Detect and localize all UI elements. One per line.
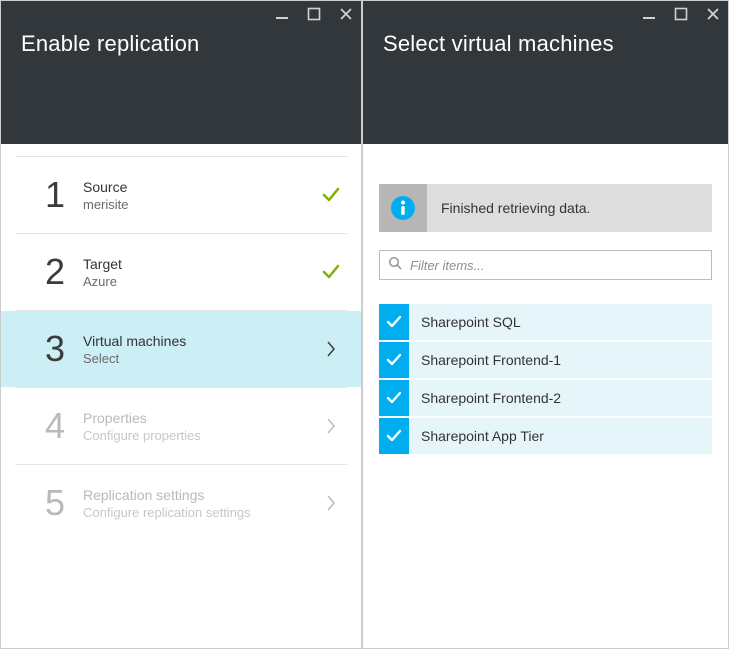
step-replication-settings: 5 Replication settings Configure replica… bbox=[1, 465, 361, 541]
step-properties: 4 Properties Configure properties bbox=[1, 388, 361, 464]
chevron-right-icon bbox=[319, 494, 343, 512]
step-sub: Configure replication settings bbox=[83, 505, 319, 520]
checkbox-checked-icon[interactable] bbox=[379, 418, 409, 454]
filter-input[interactable] bbox=[410, 258, 703, 273]
step-title: Virtual machines bbox=[83, 333, 319, 349]
step-title: Properties bbox=[83, 410, 319, 426]
chevron-right-icon bbox=[319, 340, 343, 358]
select-virtual-machines-pane: Select virtual machines Finished retriev… bbox=[362, 0, 729, 649]
step-target[interactable]: 2 Target Azure bbox=[1, 234, 361, 310]
step-text: Replication settings Configure replicati… bbox=[83, 487, 319, 520]
step-sub: Azure bbox=[83, 274, 319, 289]
step-number: 3 bbox=[45, 331, 79, 367]
vm-row[interactable]: Sharepoint SQL bbox=[379, 304, 712, 340]
info-icon bbox=[379, 184, 427, 232]
step-number: 4 bbox=[45, 408, 79, 444]
vm-row[interactable]: Sharepoint Frontend-1 bbox=[379, 342, 712, 378]
step-number: 1 bbox=[45, 177, 79, 213]
close-icon[interactable] bbox=[339, 7, 353, 21]
step-virtual-machines[interactable]: 3 Virtual machines Select bbox=[1, 311, 361, 387]
vm-list: Sharepoint SQL Sharepoint Frontend-1 Sha… bbox=[379, 304, 712, 454]
status-banner: Finished retrieving data. bbox=[379, 184, 712, 232]
wizard-steps: 1 Source merisite 2 Target Azure 3 bbox=[1, 144, 361, 648]
vm-row[interactable]: Sharepoint Frontend-2 bbox=[379, 380, 712, 416]
checkbox-checked-icon[interactable] bbox=[379, 380, 409, 416]
pane-header-right: Select virtual machines bbox=[363, 1, 728, 144]
vm-row[interactable]: Sharepoint App Tier bbox=[379, 418, 712, 454]
vm-label: Sharepoint App Tier bbox=[409, 428, 712, 444]
step-number: 5 bbox=[45, 485, 79, 521]
step-sub: merisite bbox=[83, 197, 319, 212]
banner-text: Finished retrieving data. bbox=[427, 184, 712, 232]
checkbox-checked-icon[interactable] bbox=[379, 342, 409, 378]
window-controls-right bbox=[642, 7, 720, 21]
right-body: Finished retrieving data. Sharepoint SQL… bbox=[363, 144, 728, 648]
maximize-icon[interactable] bbox=[307, 7, 321, 21]
pane-title-left: Enable replication bbox=[21, 31, 341, 57]
enable-replication-pane: Enable replication 1 Source merisite 2 T… bbox=[0, 0, 362, 649]
step-title: Target bbox=[83, 256, 319, 272]
step-text: Properties Configure properties bbox=[83, 410, 319, 443]
search-icon bbox=[388, 256, 402, 275]
step-source[interactable]: 1 Source merisite bbox=[1, 157, 361, 233]
vm-label: Sharepoint SQL bbox=[409, 314, 712, 330]
maximize-icon[interactable] bbox=[674, 7, 688, 21]
step-text: Virtual machines Select bbox=[83, 333, 319, 366]
chevron-right-icon bbox=[319, 417, 343, 435]
pane-title-right: Select virtual machines bbox=[383, 31, 708, 57]
step-sub: Configure properties bbox=[83, 428, 319, 443]
vm-label: Sharepoint Frontend-2 bbox=[409, 390, 712, 406]
step-sub: Select bbox=[83, 351, 319, 366]
checkbox-checked-icon[interactable] bbox=[379, 304, 409, 340]
step-text: Target Azure bbox=[83, 256, 319, 289]
check-icon bbox=[319, 262, 343, 282]
vm-label: Sharepoint Frontend-1 bbox=[409, 352, 712, 368]
step-title: Source bbox=[83, 179, 319, 195]
close-icon[interactable] bbox=[706, 7, 720, 21]
minimize-icon[interactable] bbox=[642, 7, 656, 21]
step-text: Source merisite bbox=[83, 179, 319, 212]
check-icon bbox=[319, 185, 343, 205]
step-title: Replication settings bbox=[83, 487, 319, 503]
step-number: 2 bbox=[45, 254, 79, 290]
filter-box[interactable] bbox=[379, 250, 712, 280]
pane-header-left: Enable replication bbox=[1, 1, 361, 144]
minimize-icon[interactable] bbox=[275, 7, 289, 21]
window-controls-left bbox=[275, 7, 353, 21]
